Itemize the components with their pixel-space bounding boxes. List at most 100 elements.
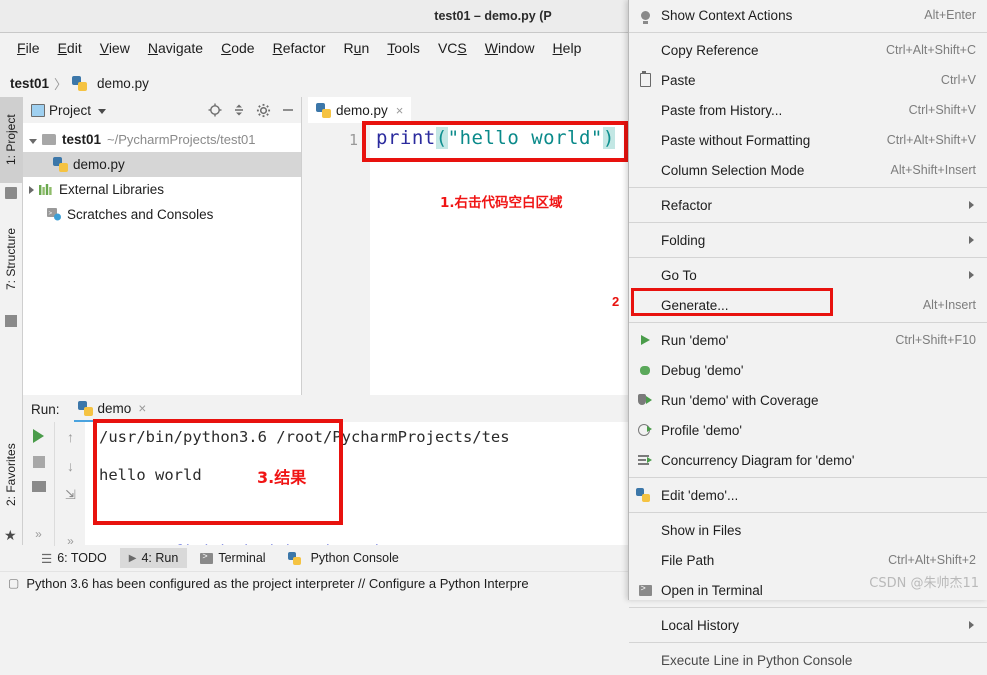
menu-separator	[629, 477, 987, 478]
menu-item-folding-label: Folding	[661, 232, 706, 248]
close-icon[interactable]: ×	[138, 401, 146, 416]
menu-vcs[interactable]: VCS	[429, 37, 476, 59]
scratches-icon: >	[47, 208, 61, 221]
project-panel-title: Project	[49, 102, 92, 118]
sidebar-tab-structure[interactable]: 7: Structure	[0, 209, 22, 309]
menu-tools[interactable]: Tools	[378, 37, 429, 59]
tree-row-external-libraries[interactable]: External Libraries	[23, 177, 301, 202]
python-icon	[287, 551, 301, 565]
bottom-tab-terminal-label: Terminal	[218, 551, 266, 565]
sidebar-tab-project[interactable]: 1: Project	[0, 97, 22, 183]
menu-item-go-to[interactable]: Go To	[629, 260, 987, 290]
terminal-icon	[200, 551, 214, 564]
line-number-1: 1	[348, 131, 358, 149]
locate-icon[interactable]	[208, 103, 222, 117]
menu-item-show-in-files-label: Show in Files	[661, 522, 742, 538]
breadcrumb-project[interactable]: test01	[10, 76, 49, 91]
menu-separator	[629, 32, 987, 33]
menu-separator	[629, 257, 987, 258]
tree-row-test01[interactable]: test01 ~/PycharmProjects/test01	[23, 127, 301, 152]
folder-icon	[42, 134, 56, 145]
run-tab-label: demo	[97, 400, 132, 416]
chevron-expanded-icon[interactable]	[29, 138, 37, 144]
highlight-box-run-menu-item	[631, 288, 833, 316]
menu-item-debug-demo[interactable]: Debug 'demo'	[629, 355, 987, 385]
menu-item-paste[interactable]: Paste Ctrl+V	[629, 65, 987, 95]
submenu-arrow-icon	[969, 621, 974, 629]
menu-item-profile-demo[interactable]: Profile 'demo'	[629, 415, 987, 445]
menu-view[interactable]: View	[91, 37, 139, 59]
menu-item-refactor[interactable]: Refactor	[629, 190, 987, 220]
bottom-tab-python-console[interactable]: Python Console	[279, 548, 408, 568]
menu-item-copy-reference[interactable]: Copy Reference Ctrl+Alt+Shift+C	[629, 35, 987, 65]
menu-item-paste-label: Paste	[661, 72, 696, 88]
pycharm-window: test01 – demo.py (P File Edit View Navig…	[0, 0, 987, 668]
menu-item-column-selection-mode[interactable]: Column Selection Mode Alt+Shift+Insert	[629, 155, 987, 185]
menu-item-profile-demo-label: Profile 'demo'	[661, 422, 742, 438]
status-bar-text: Python 3.6 has been configured as the pr…	[26, 575, 529, 591]
menu-item-execute-line-in-python-console[interactable]: Execute Line in Python Console	[629, 645, 987, 675]
tree-row-demo[interactable]: demo.py	[23, 152, 301, 177]
sidebar-tab-favorites[interactable]: 2: Favorites	[0, 427, 22, 522]
debug-icon	[637, 362, 653, 378]
menu-help[interactable]: Help	[544, 37, 591, 59]
menu-item-file-path[interactable]: File Path Ctrl+Alt+Shift+2	[629, 545, 987, 575]
project-strip-icon	[5, 187, 17, 199]
menu-refactor[interactable]: Refactor	[264, 37, 335, 59]
bottom-tab-todo[interactable]: ☰ 6: TODO	[32, 548, 116, 569]
menu-item-open-in-terminal-label: Open in Terminal	[661, 582, 763, 598]
menu-item-show-context-actions[interactable]: Show Context Actions Alt+Enter	[629, 0, 987, 30]
bottom-tab-terminal[interactable]: Terminal	[191, 548, 274, 568]
expand-more-icon[interactable]: »	[35, 527, 42, 541]
tree-label-scratches: Scratches and Consoles	[67, 207, 214, 222]
menu-item-edit-demo[interactable]: Edit 'demo'...	[629, 480, 987, 510]
tree-row-scratches[interactable]: > Scratches and Consoles	[23, 202, 301, 227]
event-log-icon: ▢	[8, 576, 20, 590]
breadcrumb-file[interactable]: demo.py	[97, 76, 149, 91]
menu-window[interactable]: Window	[476, 37, 544, 59]
menu-item-run-with-coverage[interactable]: Run 'demo' with Coverage	[629, 385, 987, 415]
menu-item-paste-without-formatting[interactable]: Paste without Formatting Ctrl+Alt+Shift+…	[629, 125, 987, 155]
rerun-icon[interactable]	[33, 429, 44, 443]
menu-run[interactable]: Run	[335, 37, 379, 59]
menu-separator	[629, 642, 987, 643]
menu-edit[interactable]: Edit	[49, 37, 91, 59]
run-label: Run:	[31, 401, 60, 417]
menu-item-concurrency-diagram[interactable]: Concurrency Diagram for 'demo'	[629, 445, 987, 475]
gear-icon[interactable]	[256, 103, 271, 118]
editor-tab-label: demo.py	[336, 102, 388, 118]
chevron-down-icon[interactable]	[98, 108, 107, 114]
terminal-icon	[637, 582, 653, 598]
menu-file[interactable]: File	[8, 37, 49, 59]
python-file-icon	[72, 75, 88, 91]
project-window-icon	[31, 104, 45, 117]
menu-item-file-path-label: File Path	[661, 552, 715, 568]
menu-separator	[629, 607, 987, 608]
scroll-down-icon[interactable]: ↓	[67, 458, 74, 474]
bottom-tab-run[interactable]: ▶ 4: Run	[119, 548, 188, 568]
menu-item-folding[interactable]: Folding	[629, 225, 987, 255]
tree-label-test01: test01	[62, 132, 102, 147]
project-panel: Project test01 ~/PycharmProjects/test01 …	[23, 97, 302, 395]
soft-wrap-icon[interactable]: ⇲	[65, 487, 76, 503]
menu-code[interactable]: Code	[212, 37, 263, 59]
print-icon[interactable]	[31, 481, 46, 492]
collapse-all-icon[interactable]	[232, 103, 246, 117]
chevron-collapsed-icon[interactable]	[29, 185, 34, 194]
menu-item-paste-from-history[interactable]: Paste from History... Ctrl+Shift+V	[629, 95, 987, 125]
concurrency-icon	[637, 452, 653, 468]
scroll-up-icon[interactable]: ↑	[67, 429, 74, 445]
menu-item-local-history[interactable]: Local History	[629, 610, 987, 640]
menu-separator	[629, 322, 987, 323]
menu-item-show-in-files[interactable]: Show in Files	[629, 515, 987, 545]
close-icon[interactable]: ×	[396, 103, 404, 118]
menu-item-run-demo[interactable]: Run 'demo' Ctrl+Shift+F10	[629, 325, 987, 355]
minimize-icon[interactable]	[281, 103, 295, 117]
menu-separator	[629, 222, 987, 223]
menu-item-paste-from-history-label: Paste from History...	[661, 102, 783, 118]
stop-icon[interactable]	[32, 456, 45, 468]
menu-navigate[interactable]: Navigate	[139, 37, 212, 59]
menu-item-run-demo-shortcut: Ctrl+Shift+F10	[895, 333, 976, 347]
lightbulb-icon	[637, 7, 653, 24]
tree-path-test01: ~/PycharmProjects/test01	[107, 132, 256, 147]
